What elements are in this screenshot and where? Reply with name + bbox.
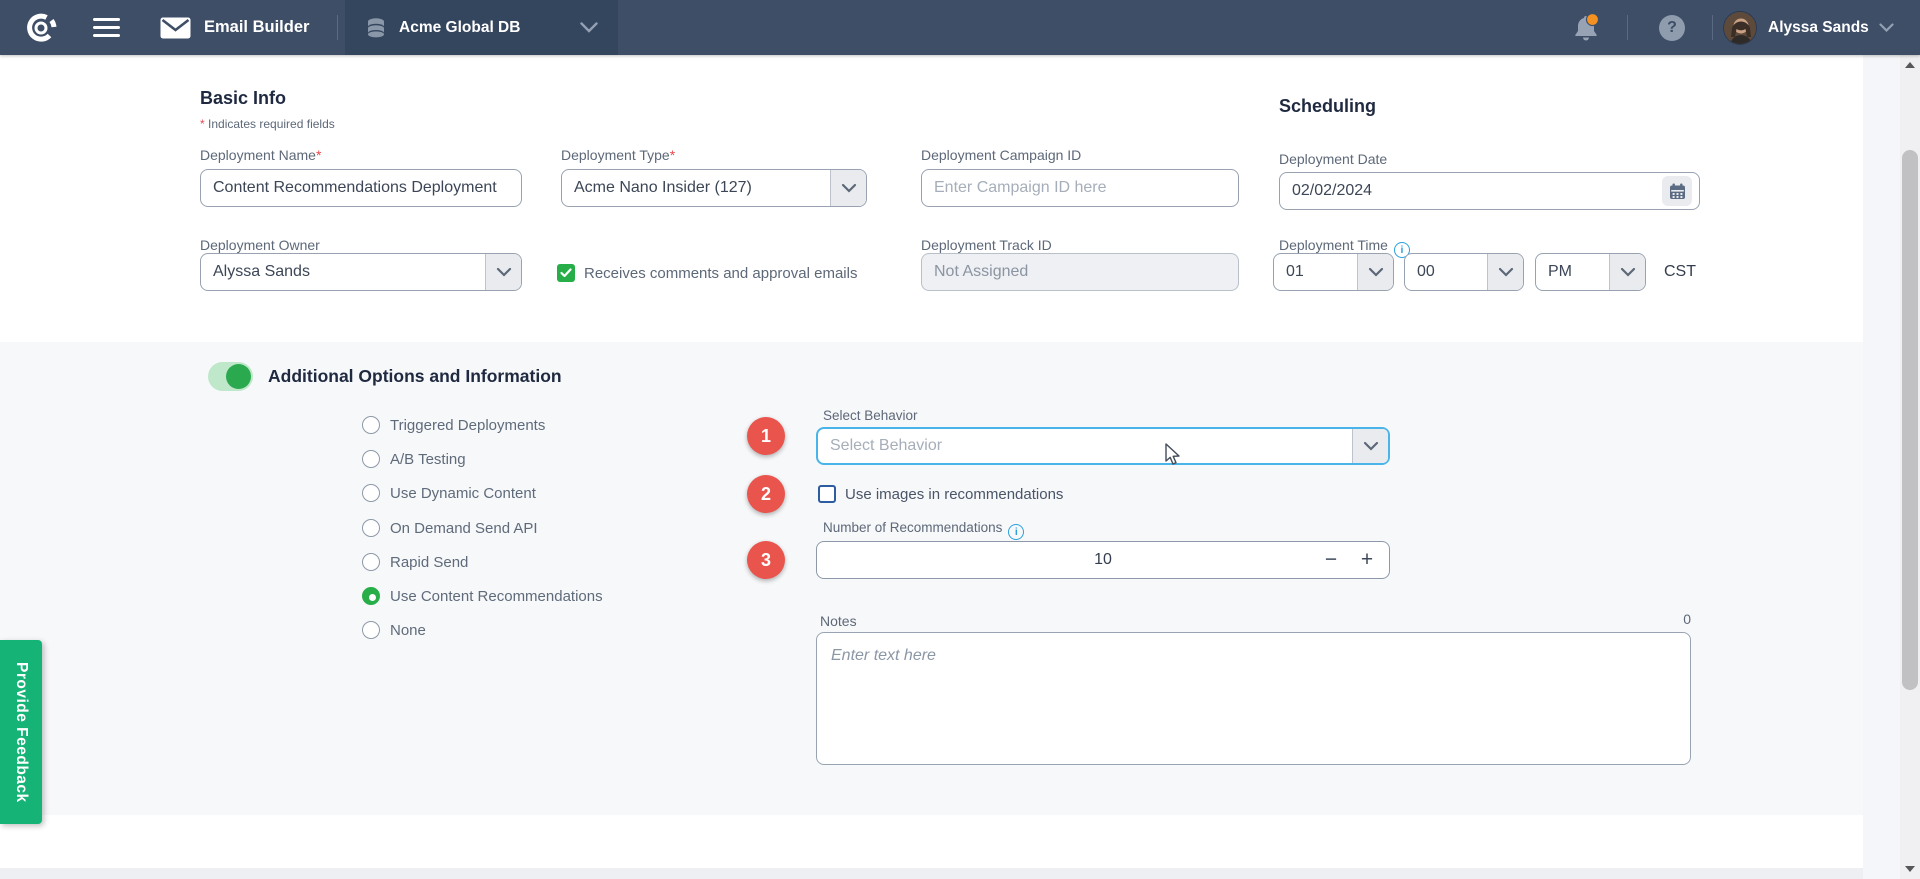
step-badge-3: 3: [747, 541, 785, 579]
chevron-down-icon: [1879, 23, 1894, 32]
info-icon[interactable]: i: [1008, 524, 1024, 540]
decrement-button[interactable]: −: [1317, 542, 1345, 578]
additional-options-toggle[interactable]: [208, 362, 253, 391]
deployment-owner-select[interactable]: Alyssa Sands: [200, 253, 522, 291]
time-meridiem-select[interactable]: PM: [1535, 253, 1646, 291]
additional-options-title: Additional Options and Information: [268, 366, 562, 387]
notifications-button[interactable]: [1571, 0, 1601, 55]
radio-icon: [362, 519, 380, 537]
chevron-down-icon: [580, 22, 598, 33]
database-icon: [365, 17, 387, 39]
notes-char-counter: 0: [1640, 611, 1691, 627]
hamburger-menu-button[interactable]: [93, 0, 120, 55]
increment-button[interactable]: +: [1353, 542, 1381, 578]
deployment-track-id-input: [921, 253, 1239, 291]
app-logo[interactable]: [24, 0, 58, 55]
number-of-recommendations-label: Number of Recommendationsi: [823, 520, 1024, 540]
calendar-icon: [1669, 183, 1686, 200]
use-images-label: Use images in recommendations: [845, 486, 1063, 503]
chevron-down-icon: [485, 254, 521, 290]
app-title: Email Builder: [204, 0, 309, 55]
nav-divider: [1627, 15, 1628, 40]
radio-option-triggered-deployments[interactable]: Triggered Deployments: [362, 416, 545, 434]
vertical-scrollbar: [1900, 55, 1920, 879]
radio-icon: [362, 416, 380, 434]
chevron-down-icon: [830, 170, 866, 206]
chevron-down-icon: [1609, 254, 1645, 290]
hamburger-icon: [93, 18, 120, 38]
check-icon: [560, 268, 572, 278]
radio-icon: [362, 450, 380, 468]
brand-logo-icon: [24, 11, 58, 45]
use-images-checkbox[interactable]: [818, 485, 836, 503]
deployment-type-label: Deployment Type*: [561, 147, 675, 163]
radio-icon: [362, 484, 380, 502]
step-badge-1: 1: [747, 417, 785, 455]
deployment-owner-label: Deployment Owner: [200, 237, 320, 253]
chevron-down-icon: [1357, 254, 1393, 290]
user-menu-chevron[interactable]: [1879, 0, 1894, 55]
deployment-date-input[interactable]: [1279, 172, 1700, 210]
deployment-campaign-id-input[interactable]: [921, 169, 1239, 207]
bell-icon: [1571, 13, 1601, 43]
radio-option-on-demand-send-api[interactable]: On Demand Send API: [362, 519, 538, 537]
calendar-button[interactable]: [1662, 176, 1692, 206]
scheduling-title: Scheduling: [1279, 96, 1376, 117]
deployment-date-label: Deployment Date: [1279, 151, 1387, 167]
scroll-down-button[interactable]: [1900, 859, 1920, 879]
user-avatar: [1723, 11, 1757, 45]
provide-feedback-button[interactable]: Provide Feedback: [0, 640, 42, 824]
receives-emails-checkbox[interactable]: [557, 264, 575, 282]
scrollbar-thumb[interactable]: [1902, 150, 1918, 690]
footer-strip: [0, 868, 1863, 879]
recommendations-stepper: 10 − +: [816, 541, 1390, 579]
radio-option-rapid-send[interactable]: Rapid Send: [362, 553, 468, 571]
project-selector[interactable]: Acme Global DB: [345, 0, 618, 55]
required-fields-note: * Indicates required fields: [200, 117, 335, 131]
main-content: Basic Info * Indicates required fields D…: [0, 55, 1900, 879]
chevron-down-icon: [1352, 429, 1388, 463]
chevron-down-icon: [1487, 254, 1523, 290]
select-behavior-dropdown[interactable]: Select Behavior: [816, 427, 1390, 465]
deployment-name-input[interactable]: [200, 169, 522, 207]
time-minute-select[interactable]: 00: [1404, 253, 1524, 291]
scroll-down-icon: [1905, 866, 1915, 872]
radio-option-none[interactable]: None: [362, 621, 426, 639]
email-builder-icon: [160, 0, 191, 55]
recommendations-count-value: 10: [817, 542, 1389, 578]
radio-option-use-content-recommendations[interactable]: Use Content Recommendations: [362, 587, 603, 605]
help-icon: ?: [1659, 15, 1685, 41]
receives-emails-label: Receives comments and approval emails: [584, 265, 857, 282]
notes-label: Notes: [820, 613, 857, 629]
scroll-up-button[interactable]: [1900, 55, 1920, 75]
time-hour-select[interactable]: 01: [1273, 253, 1394, 291]
step-badge-2: 2: [747, 475, 785, 513]
scroll-up-icon: [1905, 62, 1915, 68]
top-navbar: Email Builder Acme Global DB: [0, 0, 1920, 55]
deployment-track-id-label: Deployment Track ID: [921, 237, 1052, 253]
toggle-knob: [226, 364, 251, 389]
select-behavior-label: Select Behavior: [823, 408, 918, 423]
deployment-campaign-id-label: Deployment Campaign ID: [921, 147, 1081, 163]
user-menu[interactable]: [1723, 0, 1757, 55]
help-button[interactable]: ?: [1659, 0, 1685, 55]
nav-divider: [337, 15, 338, 40]
user-name: Alyssa Sands: [1768, 0, 1869, 55]
radio-selected-icon: [362, 587, 380, 605]
radio-option-use-dynamic-content[interactable]: Use Dynamic Content: [362, 484, 536, 502]
content-bottom: [0, 815, 1863, 868]
radio-icon: [362, 621, 380, 639]
notes-textarea[interactable]: [816, 632, 1691, 765]
nav-divider: [1712, 15, 1713, 40]
radio-icon: [362, 553, 380, 571]
basic-info-title: Basic Info: [200, 88, 286, 109]
project-selector-label: Acme Global DB: [399, 19, 520, 37]
deployment-name-label: Deployment Name*: [200, 147, 321, 163]
deployment-type-select[interactable]: Acme Nano Insider (127): [561, 169, 867, 207]
timezone-label: CST: [1664, 263, 1696, 281]
radio-option-ab-testing[interactable]: A/B Testing: [362, 450, 466, 468]
